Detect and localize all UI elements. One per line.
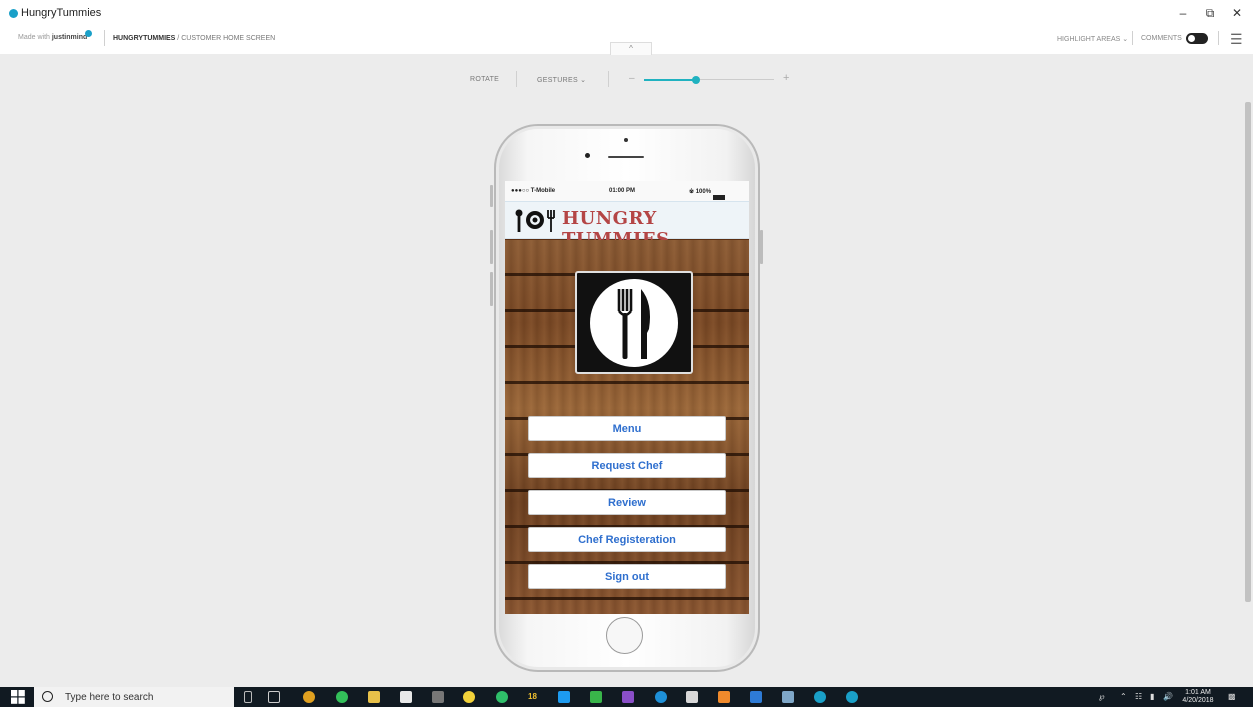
divider bbox=[516, 71, 517, 87]
divider bbox=[1218, 31, 1219, 45]
app-icon[interactable] bbox=[782, 691, 794, 703]
search-placeholder: Type here to search bbox=[65, 692, 154, 703]
taskbar-search-box[interactable]: Type here to search bbox=[34, 687, 234, 707]
file-explorer-icon[interactable] bbox=[368, 691, 380, 703]
divider bbox=[608, 71, 609, 87]
mail-icon[interactable] bbox=[400, 691, 412, 703]
clock-date: 4/20/2018 bbox=[1182, 697, 1214, 704]
scrollbar-thumb[interactable] bbox=[1245, 102, 1251, 602]
justinmind-taskbar-icon[interactable] bbox=[846, 691, 858, 703]
battery-icon[interactable]: ▮ bbox=[1150, 692, 1154, 701]
app-icon[interactable] bbox=[686, 691, 698, 703]
restore-button[interactable]: ⧉ bbox=[1202, 6, 1218, 21]
zoom-slider-handle[interactable] bbox=[692, 76, 700, 84]
comments-label: COMMENTS bbox=[1141, 35, 1182, 42]
store-icon[interactable] bbox=[590, 691, 602, 703]
phone-home-button[interactable] bbox=[606, 617, 643, 654]
request-chef-button[interactable]: Request Chef bbox=[528, 453, 726, 478]
weather-icon[interactable] bbox=[463, 691, 475, 703]
highlight-areas-dropdown[interactable]: HIGHLIGHT AREAS ⌄ bbox=[1057, 35, 1128, 43]
chevron-down-icon: ⌄ bbox=[1122, 36, 1129, 43]
breadcrumb: HUNGRYTUMMIES / CUSTOMER HOME SCREEN bbox=[113, 35, 276, 42]
photos-icon[interactable] bbox=[432, 691, 444, 703]
review-button[interactable]: Review bbox=[528, 490, 726, 515]
divider bbox=[1132, 31, 1133, 45]
utensils-logo-icon bbox=[515, 209, 555, 232]
chef-registration-button[interactable]: Chef Registeration bbox=[528, 527, 726, 552]
divider bbox=[104, 30, 105, 46]
zoom-out-button[interactable]: – bbox=[629, 73, 635, 84]
window-title: HungryTummies bbox=[21, 7, 102, 19]
phone-screen: ●●●○○ T-Mobile 01:00 PM ※ 100% HUNGRY TU… bbox=[505, 181, 749, 614]
menu-icon[interactable]: ☰ bbox=[1230, 31, 1243, 48]
word-icon[interactable] bbox=[750, 691, 762, 703]
comments-toggle[interactable] bbox=[1186, 33, 1208, 44]
volume-icon[interactable]: 🔊 bbox=[1163, 692, 1173, 701]
food-logo-image bbox=[575, 271, 693, 374]
phone-side-button bbox=[490, 230, 493, 264]
windows-taskbar: Type here to search 18 ℘ ⌃ ☷ ▮ 🔊 1:01 AM… bbox=[0, 687, 1253, 707]
app-icon[interactable] bbox=[718, 691, 730, 703]
phone-side-button bbox=[490, 185, 493, 207]
menu-button[interactable]: Menu bbox=[528, 416, 726, 441]
notifications-icon[interactable]: ▩ bbox=[1228, 692, 1236, 701]
twitter-icon[interactable] bbox=[558, 691, 570, 703]
chevron-up-icon[interactable]: ⌃ bbox=[1120, 692, 1127, 701]
zoom-slider-fill bbox=[644, 79, 696, 81]
rotate-button[interactable]: ROTATE bbox=[470, 76, 499, 83]
microphone-icon[interactable] bbox=[244, 691, 252, 703]
browser-icon[interactable] bbox=[655, 691, 667, 703]
gestures-dropdown[interactable]: GESTURES ⌄ bbox=[537, 76, 586, 84]
task-view-icon[interactable] bbox=[268, 691, 280, 703]
battery-icon bbox=[713, 195, 726, 200]
whatsapp-icon[interactable] bbox=[336, 691, 348, 703]
cortana-icon bbox=[42, 691, 53, 702]
zoom-in-button[interactable]: + bbox=[783, 72, 789, 84]
taskbar-clock[interactable]: 1:01 AM 4/20/2018 bbox=[1180, 689, 1216, 705]
minimize-button[interactable]: – bbox=[1175, 6, 1191, 20]
phone-speaker bbox=[608, 156, 644, 158]
phone-side-button bbox=[760, 230, 763, 264]
chrome-icon[interactable] bbox=[303, 691, 315, 703]
title-bar: HungryTummies – ⧉ ✕ Made with justinmind… bbox=[0, 0, 1253, 55]
battery-status: ※ 100% bbox=[689, 188, 726, 200]
network-icon[interactable]: ☷ bbox=[1135, 692, 1142, 701]
phone-sensor bbox=[624, 138, 628, 142]
app-logo-icon bbox=[9, 9, 18, 18]
justinmind-logo-icon bbox=[85, 30, 92, 37]
app-icon[interactable] bbox=[496, 691, 508, 703]
people-icon[interactable]: ℘ bbox=[1099, 692, 1105, 701]
phone-status-bar: ●●●○○ T-Mobile 01:00 PM ※ 100% bbox=[505, 181, 749, 201]
collapse-header-button[interactable]: ^ bbox=[610, 42, 652, 55]
bluetooth-icon: ※ bbox=[689, 189, 695, 195]
status-time: 01:00 PM bbox=[609, 188, 636, 194]
justinmind-taskbar-icon[interactable] bbox=[814, 691, 826, 703]
windows-start-icon[interactable] bbox=[11, 690, 25, 704]
visual-studio-icon[interactable] bbox=[622, 691, 634, 703]
phone-side-button bbox=[490, 272, 493, 306]
chevron-down-icon: ⌄ bbox=[580, 77, 587, 84]
made-with-label[interactable]: Made with justinmind bbox=[18, 34, 87, 41]
close-button[interactable]: ✕ bbox=[1229, 6, 1245, 20]
fork-knife-icon bbox=[590, 279, 678, 367]
clock-time: 1:01 AM bbox=[1185, 689, 1211, 696]
phone-camera bbox=[585, 153, 590, 158]
zoom-slider[interactable] bbox=[644, 76, 774, 84]
carrier-label: ●●●○○ T-Mobile bbox=[511, 188, 556, 194]
app-badge-icon[interactable]: 18 bbox=[528, 692, 537, 701]
sign-out-button[interactable]: Sign out bbox=[528, 564, 726, 589]
